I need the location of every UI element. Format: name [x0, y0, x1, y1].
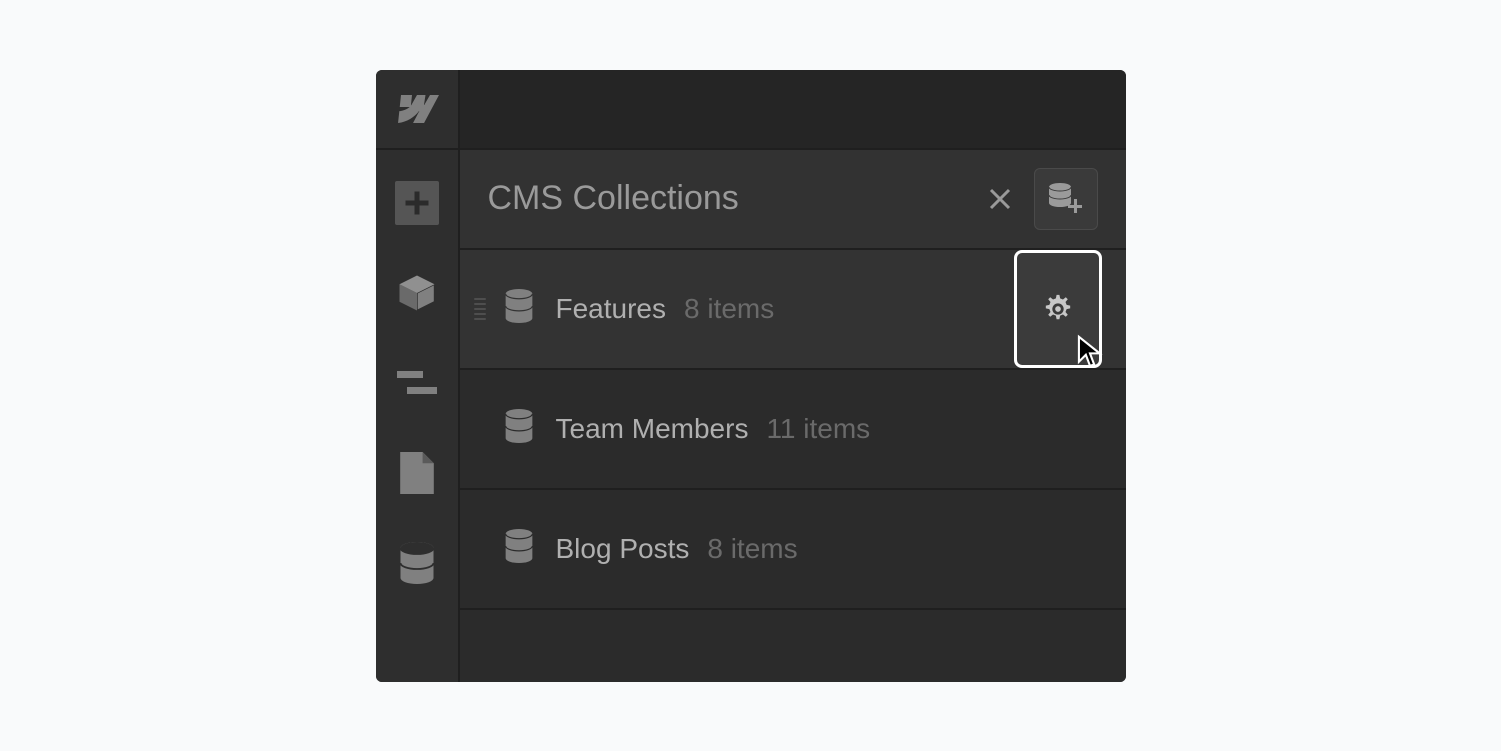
sidebar-pages-button[interactable]: [382, 434, 452, 512]
database-icon: [504, 529, 534, 568]
collection-row-team-members[interactable]: Team Members 11 items: [460, 370, 1126, 490]
gear-icon: [1041, 292, 1075, 326]
box-icon: [396, 272, 438, 314]
sidebar-add-button[interactable]: [382, 164, 452, 242]
navigator-icon: [397, 367, 437, 399]
database-plus-icon: [1046, 181, 1086, 217]
collection-row-features[interactable]: Features 8 items: [460, 250, 1126, 370]
top-bar: [460, 70, 1126, 150]
collection-row-blog-posts[interactable]: Blog Posts 8 items: [460, 490, 1126, 610]
cursor-icon: [1075, 334, 1105, 375]
collection-count: 8 items: [684, 293, 774, 325]
database-icon: [504, 409, 534, 448]
main-row: CMS Collections: [376, 150, 1126, 682]
database-icon: [504, 289, 534, 328]
collection-name: Team Members: [556, 413, 749, 445]
cms-panel: CMS Collections: [376, 70, 1126, 682]
collections-list: Features 8 items: [460, 250, 1126, 682]
page-icon: [400, 452, 434, 494]
add-icon: [395, 181, 439, 225]
sidebar-components-button[interactable]: [382, 254, 452, 332]
collection-count: 11 items: [766, 413, 870, 445]
collection-name: Blog Posts: [556, 533, 690, 565]
panel-header: CMS Collections: [460, 150, 1126, 250]
top-row: [376, 70, 1126, 150]
sidebar-cms-button[interactable]: [382, 524, 452, 602]
sidebar-navigator-button[interactable]: [382, 344, 452, 422]
close-icon: [989, 188, 1011, 210]
sidebar: [376, 150, 460, 682]
webflow-logo-icon: [395, 95, 439, 123]
logo-cell[interactable]: [376, 70, 460, 150]
database-icon: [398, 542, 436, 584]
drag-handle-icon[interactable]: [474, 298, 490, 320]
collection-name: Features: [556, 293, 667, 325]
collection-row-empty: [460, 610, 1126, 650]
content-area: CMS Collections: [460, 150, 1126, 682]
collection-count: 8 items: [707, 533, 797, 565]
collection-settings-button[interactable]: [1014, 250, 1102, 368]
new-collection-button[interactable]: [1034, 168, 1098, 230]
close-button[interactable]: [980, 179, 1020, 219]
panel-title: CMS Collections: [488, 179, 980, 218]
